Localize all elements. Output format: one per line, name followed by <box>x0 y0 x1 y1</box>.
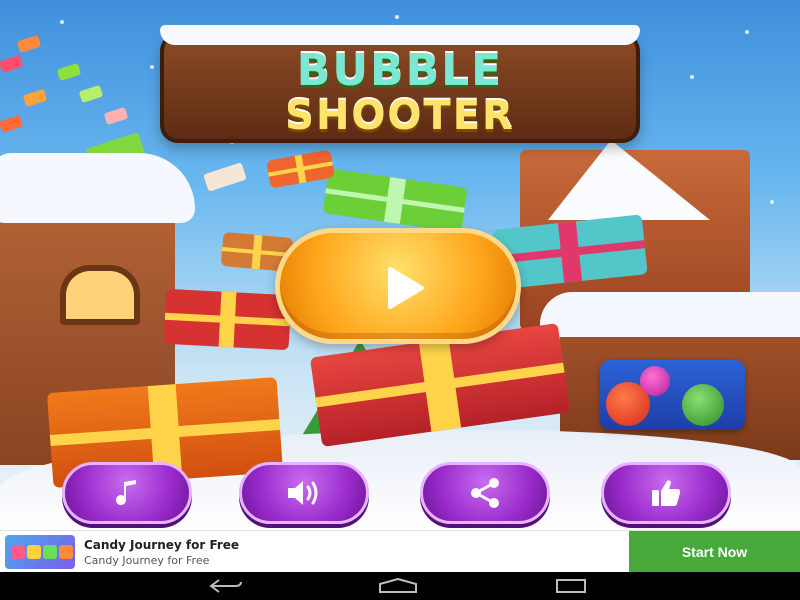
candy-game-icon <box>5 535 75 569</box>
nav-back-button[interactable] <box>205 578 245 598</box>
roof-snow <box>0 153 195 223</box>
play-icon <box>388 267 424 309</box>
sound-button[interactable] <box>239 462 369 524</box>
fruit-game-icon <box>640 366 670 396</box>
roof-snow <box>548 140 710 220</box>
snowflake <box>690 75 694 79</box>
game-title-logo: BUBBLE SHOOTER <box>160 25 640 143</box>
fruit-game-icon <box>682 384 724 426</box>
gift-box <box>266 149 335 189</box>
confetti <box>22 88 48 108</box>
share-button[interactable] <box>420 462 550 524</box>
home-icon <box>379 577 417 593</box>
snowflake <box>60 20 64 24</box>
confetti <box>0 54 24 74</box>
ad-title: Candy Journey for Free <box>84 538 240 552</box>
promo-game-tile[interactable] <box>600 360 745 430</box>
snowflake <box>150 65 154 69</box>
nav-home-button[interactable] <box>376 577 420 598</box>
ad-subtitle: Candy Journey for Free <box>84 554 210 567</box>
confetti <box>0 114 24 134</box>
title-line-2: SHOOTER <box>285 93 515 139</box>
ad-banner[interactable]: Candy Journey for Free Candy Journey for… <box>0 530 800 573</box>
board-snow <box>160 25 640 45</box>
gift-box <box>322 168 468 233</box>
music-button[interactable] <box>62 462 192 524</box>
confetti <box>56 62 82 82</box>
thumbs-up-icon <box>652 480 681 506</box>
confetti <box>78 84 104 104</box>
recent-apps-icon <box>556 579 586 593</box>
share-icon <box>471 478 499 508</box>
roof-snow <box>540 292 800 337</box>
snowflake <box>770 200 774 204</box>
title-line-1: BUBBLE <box>296 45 504 96</box>
start-now-button[interactable]: Start Now <box>629 531 800 573</box>
confetti <box>203 162 247 192</box>
android-nav-bar <box>0 572 800 600</box>
speaker-icon <box>288 481 318 505</box>
music-note-icon <box>116 480 136 505</box>
confetti <box>103 106 129 126</box>
confetti <box>16 34 42 54</box>
play-button[interactable] <box>275 228 521 344</box>
house-window <box>60 265 140 325</box>
gift-box <box>163 288 292 351</box>
like-button[interactable] <box>601 462 731 524</box>
nav-recent-button[interactable] <box>551 578 591 598</box>
snowflake <box>745 30 749 34</box>
snowflake <box>395 15 399 19</box>
game-scene: BUBBLE SHOOTER <box>0 0 800 530</box>
back-icon <box>209 579 242 593</box>
